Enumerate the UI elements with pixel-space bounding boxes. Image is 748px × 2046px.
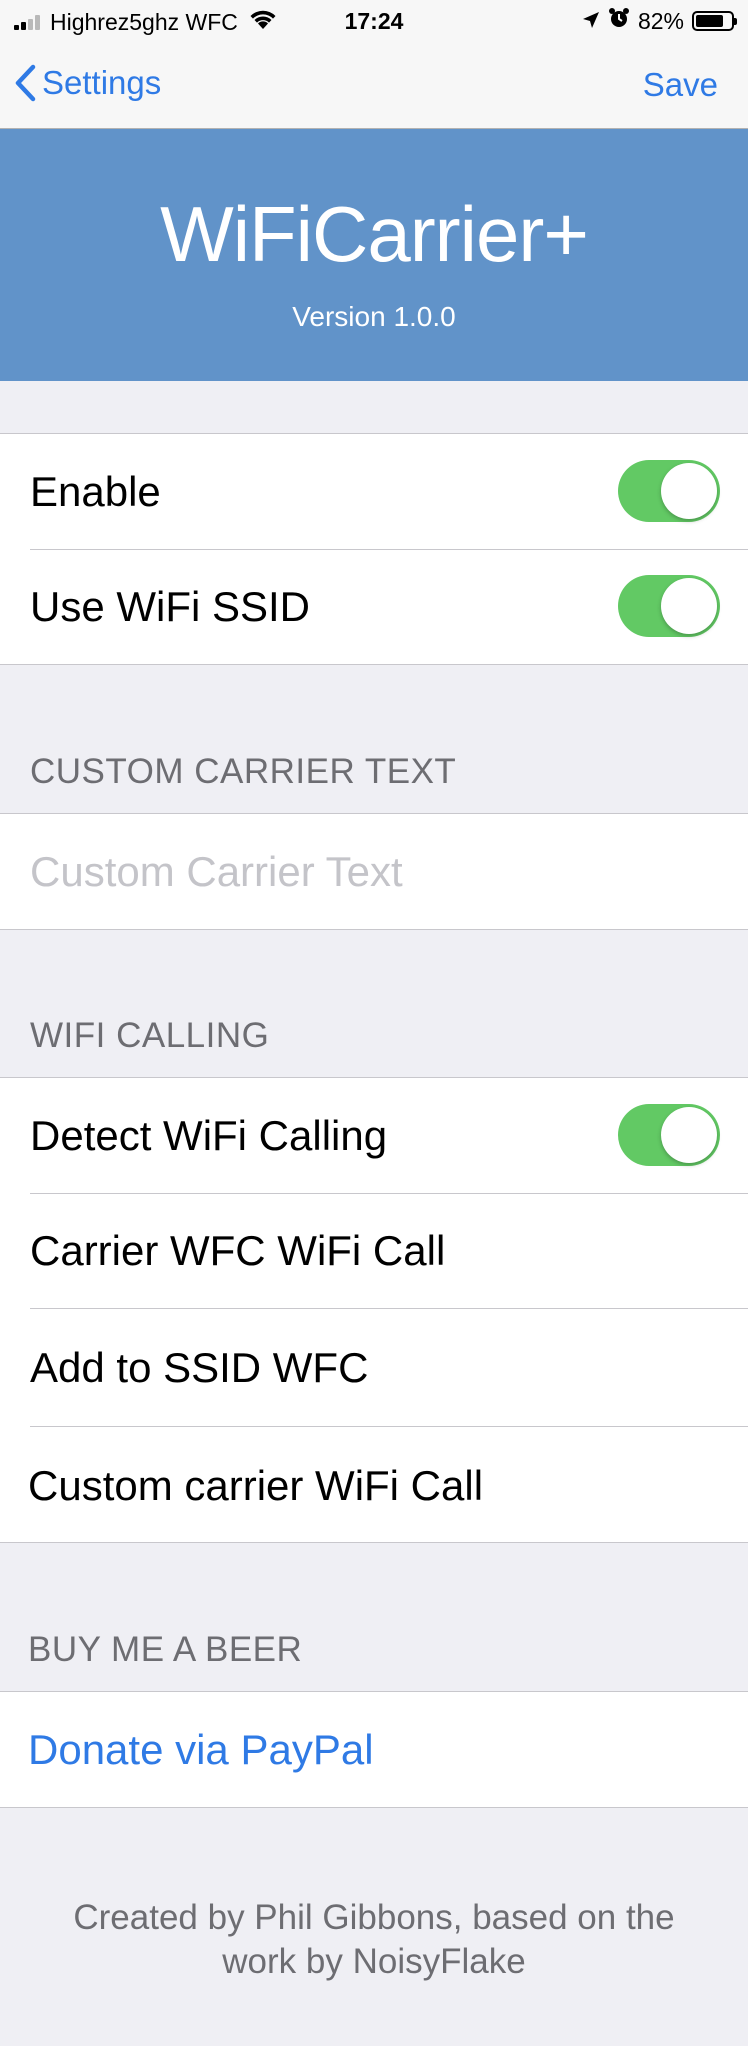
wifi-calling-option-row[interactable]: Add to SSID WFC <box>0 1308 748 1426</box>
custom-carrier-group: Custom Carrier Text <box>0 813 748 930</box>
use-ssid-toggle[interactable] <box>618 575 720 637</box>
section-header-wifi-calling: WIFI CALLING <box>30 1016 270 1055</box>
navigation-bar: Settings Save <box>0 44 748 129</box>
location-arrow-icon <box>582 8 600 35</box>
detect-wifi-calling-toggle[interactable] <box>618 1104 720 1166</box>
wifi-calling-option-row[interactable]: Carrier WFC WiFi Call <box>0 1193 748 1308</box>
donate-paypal-link[interactable]: Donate via PayPal <box>28 1726 374 1774</box>
chevron-left-icon <box>15 64 36 102</box>
section-header-donate: BUY ME A BEER <box>28 1630 303 1669</box>
app-title: WiFiCarrier+ <box>160 190 589 278</box>
wifi-calling-option-label: Custom carrier WiFi Call <box>28 1462 484 1509</box>
section-header-custom-carrier: CUSTOM CARRIER TEXT <box>30 752 457 791</box>
detect-wifi-calling-label: Detect WiFi Calling <box>30 1112 388 1159</box>
wifi-calling-option-row[interactable]: Custom carrier WiFi Call <box>0 1426 748 1542</box>
donate-row[interactable]: Donate via PayPal <box>0 1692 748 1807</box>
enable-row: Enable <box>0 434 748 549</box>
use-ssid-row: Use WiFi SSID <box>0 549 748 664</box>
general-settings-group: Enable Use WiFi SSID <box>0 433 748 665</box>
detect-wifi-calling-row: Detect WiFi Calling <box>0 1078 748 1193</box>
battery-icon <box>692 11 737 31</box>
custom-carrier-row[interactable]: Custom Carrier Text <box>0 814 748 929</box>
app-version: Version 1.0.0 <box>292 301 456 332</box>
enable-label: Enable <box>30 468 161 515</box>
credits-footer: Created by Phil Gibbons, based on the wo… <box>73 1898 675 1981</box>
custom-carrier-text-input[interactable]: Custom Carrier Text <box>30 848 403 896</box>
alarm-icon <box>608 7 630 35</box>
back-button[interactable]: Settings <box>14 64 161 102</box>
donate-group: Donate via PayPal <box>0 1691 748 1808</box>
wifi-calling-group: Detect WiFi Calling Carrier WFC WiFi Cal… <box>0 1077 748 1543</box>
wifi-calling-option-label: Add to SSID WFC <box>30 1344 369 1391</box>
enable-toggle[interactable] <box>618 460 720 522</box>
app-banner: WiFiCarrier+ Version 1.0.0 <box>0 129 748 381</box>
wifi-calling-option-label: Carrier WFC WiFi Call <box>30 1227 446 1274</box>
status-bar: Highrez5ghz WFC 17:24 82% <box>0 0 748 44</box>
back-button-label: Settings <box>42 64 162 101</box>
save-button[interactable]: Save <box>643 66 718 104</box>
battery-percentage: 82% <box>637 7 684 34</box>
use-ssid-label: Use WiFi SSID <box>30 583 311 630</box>
